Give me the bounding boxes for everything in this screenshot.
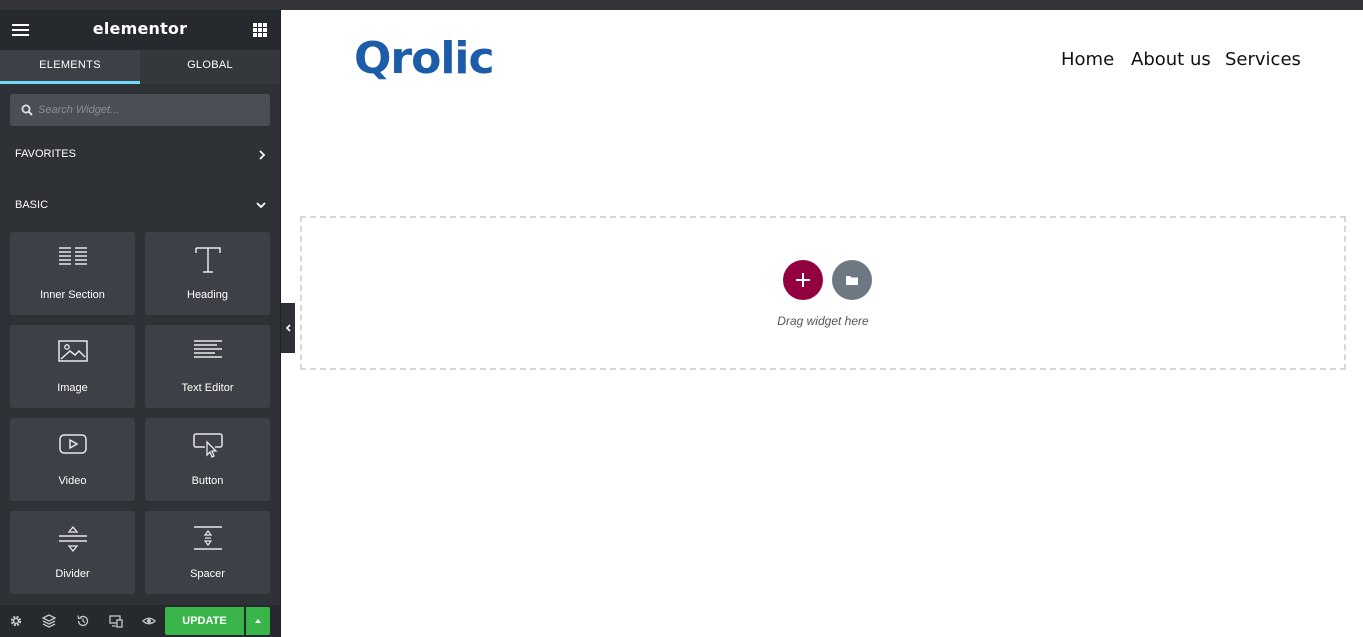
panel-header: elementor [0,10,280,50]
columns-icon [59,247,87,265]
nav-services[interactable]: Services [1225,49,1301,70]
history-icon[interactable] [76,614,90,628]
widget-divider[interactable]: Divider [10,511,135,594]
responsive-mode-icon[interactable] [109,614,123,628]
nav-about-us[interactable]: About us [1131,49,1211,70]
elementor-panel: elementor ELEMENTS GLOBAL FAVORITES BASI… [0,10,281,637]
divider-icon [59,525,87,553]
widget-heading[interactable]: Heading [145,232,270,315]
tab-elements[interactable]: ELEMENTS [0,50,140,84]
elementor-logo: elementor [92,19,188,38]
navigator-layers-icon[interactable] [42,614,56,628]
widget-label: Heading [187,289,228,301]
panel-collapse-toggle[interactable] [281,303,295,353]
empty-section-dropzone[interactable]: Drag widget here [300,216,1346,370]
category-basic[interactable]: BASIC [0,191,280,221]
site-logo[interactable]: Qrolic [354,33,495,84]
chevron-right-icon [259,150,266,160]
folder-icon [846,276,858,285]
search-box [10,94,270,126]
template-library-button[interactable] [832,260,872,300]
save-options-button[interactable] [246,607,270,635]
text-editor-icon [194,340,222,358]
chevron-left-icon [285,324,291,332]
search-input[interactable] [38,94,263,126]
widget-inner-section[interactable]: Inner Section [10,232,135,315]
panel-footer: UPDATE [0,605,280,637]
category-basic-label: BASIC [15,199,49,211]
category-favorites[interactable]: FAVORITES [0,140,280,170]
button-icon [193,433,223,458]
update-button[interactable]: UPDATE [165,607,244,635]
widget-label: Divider [55,568,90,580]
image-icon [58,340,88,362]
heading-icon [195,247,221,273]
add-section-button[interactable] [783,260,823,300]
widget-spacer[interactable]: Spacer [145,511,270,594]
widget-video[interactable]: Video [10,418,135,501]
widget-label: Button [191,475,224,487]
nav-home[interactable]: Home [1061,49,1114,70]
settings-gear-icon[interactable] [9,614,23,628]
widget-button[interactable]: Button [145,418,270,501]
category-favorites-label: FAVORITES [15,148,76,160]
widget-image[interactable]: Image [10,325,135,408]
video-icon [59,434,87,454]
widget-label: Spacer [190,568,225,580]
search-icon [21,104,33,116]
widget-label: Image [57,382,88,394]
widgets-grid-icon[interactable] [253,23,267,37]
spacer-icon [194,526,222,550]
browser-top-bar [0,0,1363,10]
panel-tabs: ELEMENTS GLOBAL [0,50,280,84]
caret-up-icon [255,619,261,623]
widget-label: Video [58,475,87,487]
drag-widget-hint: Drag widget here [777,314,869,328]
widget-text-editor[interactable]: Text Editor [145,325,270,408]
chevron-down-icon [256,202,266,209]
preview-eye-icon[interactable] [142,614,156,628]
tab-global[interactable]: GLOBAL [140,50,280,84]
widget-label: Inner Section [40,289,105,301]
widget-label: Text Editor [181,382,234,394]
